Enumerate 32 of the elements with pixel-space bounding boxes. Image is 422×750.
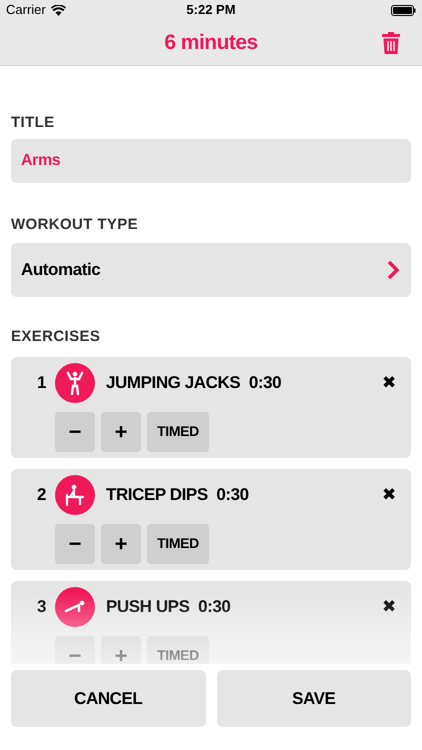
trash-icon[interactable]: [382, 32, 400, 54]
remove-button[interactable]: ✖: [382, 370, 396, 396]
chevron-right-icon: [387, 260, 399, 280]
remove-button[interactable]: ✖: [382, 482, 396, 508]
increase-button[interactable]: +: [101, 412, 141, 452]
wifi-icon: [50, 4, 66, 16]
exercise-number: 3: [36, 596, 48, 618]
carrier-label: Carrier: [6, 1, 46, 20]
exercise-icon: [55, 362, 95, 402]
exercise-name: JUMPING JACKS 0:30: [106, 372, 282, 394]
save-button[interactable]: SAVE: [216, 670, 411, 727]
cancel-button[interactable]: CANCEL: [11, 670, 206, 727]
decrease-button[interactable]: −: [55, 412, 95, 452]
exercise-icon: [55, 474, 95, 514]
workout-type-row[interactable]: Automatic: [11, 243, 411, 297]
section-label: TITLE: [11, 113, 56, 133]
exercise-name: PUSH UPS 0:30: [106, 596, 230, 618]
increase-button[interactable]: +: [101, 524, 141, 564]
timed-button[interactable]: TIMED: [147, 412, 209, 452]
section-label: WORKOUT TYPE: [11, 214, 139, 234]
exercise-icon: [55, 586, 95, 626]
battery-icon: [391, 4, 416, 16]
timed-button[interactable]: TIMED: [147, 524, 209, 564]
nav-title: 6 minutes: [164, 30, 258, 56]
exercise-name: TRICEP DIPS 0:30: [106, 484, 249, 506]
remove-button[interactable]: ✖: [382, 594, 396, 620]
exercise-number: 2: [36, 484, 48, 506]
workout-type-value: Automatic: [21, 259, 100, 282]
decrease-button[interactable]: −: [55, 524, 95, 564]
section-label: EXERCISES: [11, 327, 102, 347]
status-time: 5:22 PM: [186, 1, 236, 20]
exercise-number: 1: [36, 372, 48, 394]
